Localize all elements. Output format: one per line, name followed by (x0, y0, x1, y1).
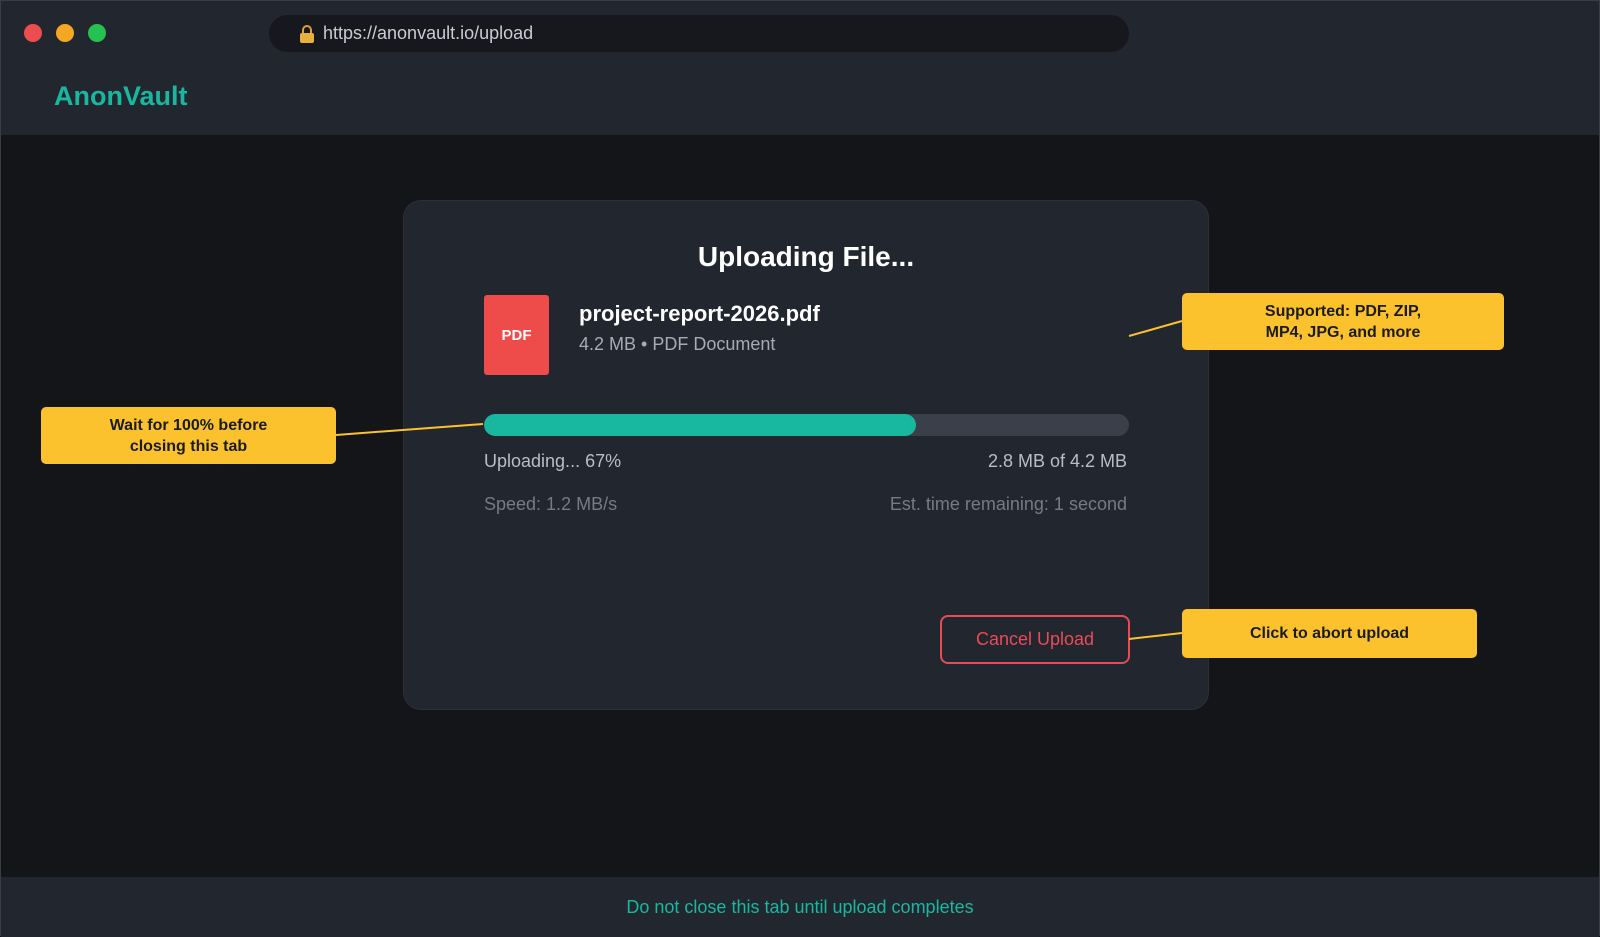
footer-notice-text: Do not close this tab until upload compl… (626, 896, 974, 917)
lock-icon (299, 24, 315, 43)
callout-supported-line2: MP4, JPG, and more (1265, 323, 1421, 341)
upload-title: Uploading File... (697, 241, 915, 272)
callout-abort-text: Click to abort upload (1249, 625, 1410, 642)
callout-wait-line1: Wait for 100% before (109, 416, 268, 434)
pdf-icon-label: PDF (501, 326, 532, 344)
file-name: project-report-2026.pdf (579, 301, 820, 326)
brand-logo[interactable]: AnonVault (54, 81, 188, 112)
callout-wait: Wait for 100% before closing this tab (41, 407, 336, 464)
callout-abort: Click to abort upload (1182, 609, 1477, 658)
app-header: AnonVault (1, 63, 1599, 135)
browser-titlebar: https://anonvault.io/upload (1, 1, 1599, 63)
close-window-button[interactable] (24, 24, 42, 42)
minimize-window-button[interactable] (56, 24, 74, 42)
upload-progress-fill (484, 414, 917, 436)
callout-supported-line1: Supported: PDF, ZIP, (1264, 302, 1422, 320)
maximize-window-button[interactable] (88, 24, 106, 42)
file-meta: 4.2 MB • PDF Document (579, 334, 776, 354)
callout-wait-line2: closing this tab (129, 437, 248, 455)
upload-progress-bar (484, 414, 1129, 436)
footer-notice: Do not close this tab until upload compl… (1, 877, 1599, 937)
pdf-file-icon: PDF (484, 295, 549, 375)
address-bar[interactable]: https://anonvault.io/upload (269, 15, 1129, 52)
callout-supported-formats: Supported: PDF, ZIP, MP4, JPG, and more (1182, 293, 1504, 350)
time-remaining: Est. time remaining: 1 second (889, 494, 1127, 514)
address-url: https://anonvault.io/upload (323, 23, 534, 43)
upload-speed: Speed: 1.2 MB/s (484, 494, 618, 514)
upload-card: Uploading File... PDF project-report-202… (403, 200, 1209, 710)
progress-bytes: 2.8 MB of 4.2 MB (987, 451, 1127, 471)
cancel-upload-button[interactable]: Cancel Upload (940, 615, 1130, 664)
progress-status: Uploading... 67% (484, 451, 622, 471)
browser-window: https://anonvault.io/upload AnonVault Up… (0, 0, 1600, 937)
